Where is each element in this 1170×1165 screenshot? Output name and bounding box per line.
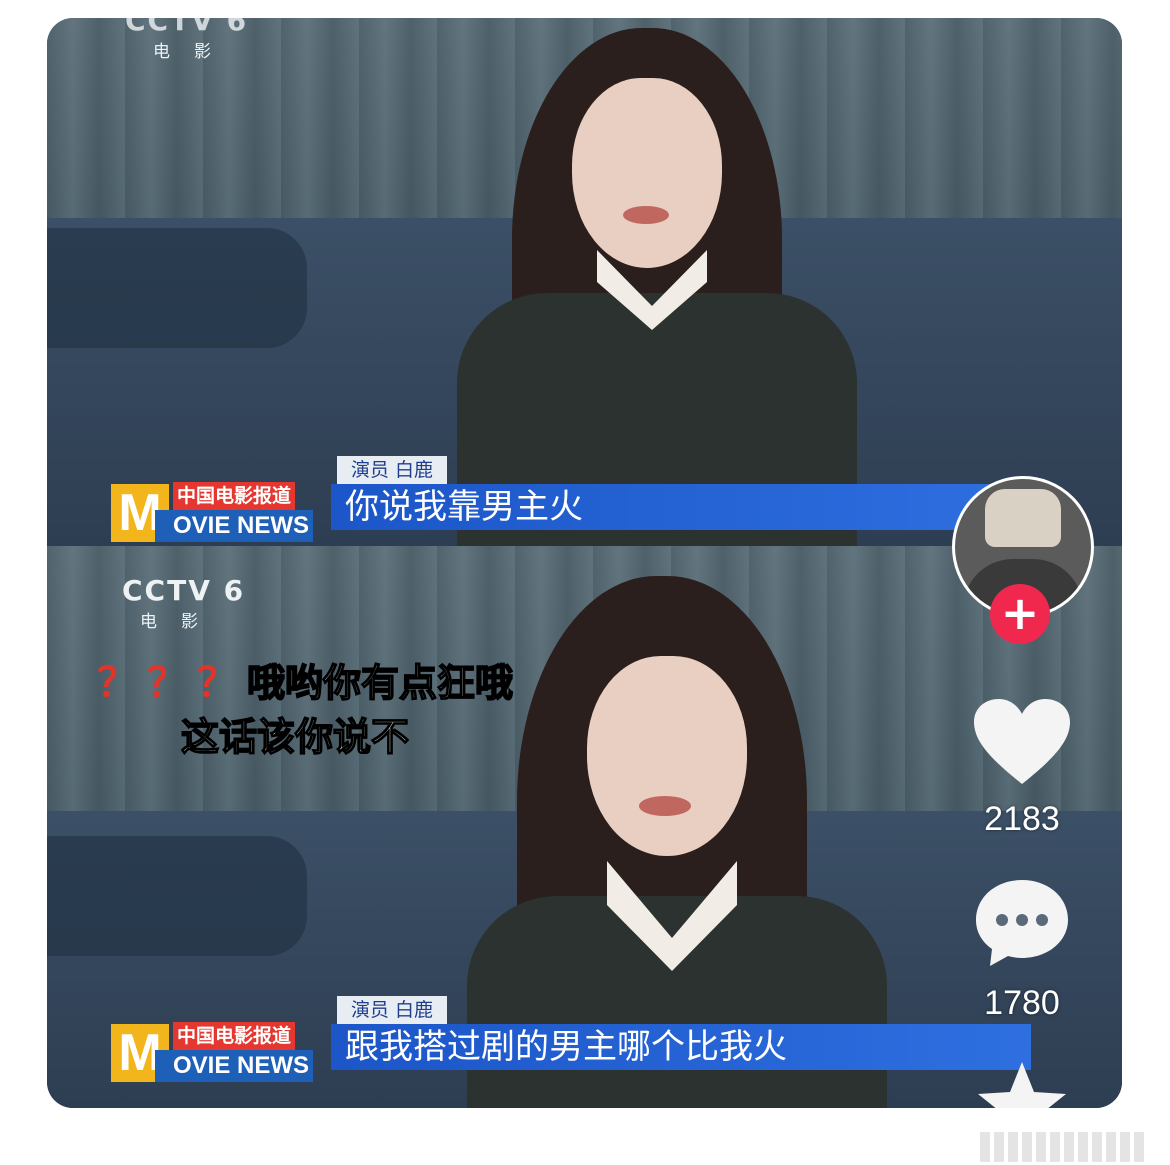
like-count: 2183 [984, 800, 1060, 838]
video-frame-top: CCTV 6 电影 M 中国电影报道 OVIE NEWS 演员 白鹿 你说我靠男… [47, 18, 1122, 546]
speaker-tag: 演员 白鹿 [337, 996, 448, 1024]
speaker-tag: 演员 白鹿 [337, 456, 448, 484]
movie-news-logo-en: OVIE NEWS [155, 510, 314, 542]
overlay-comment: ？？？哦哟你有点狂哦 这话该你说不 [97, 656, 514, 764]
image-watermark-bars [980, 1132, 1144, 1162]
sofa-arm [47, 228, 307, 348]
follow-button[interactable]: + [990, 584, 1050, 644]
star-icon[interactable] [976, 1058, 1068, 1108]
movie-news-logo-cn: 中国电影报道 [173, 1022, 296, 1050]
lower-third-bottom: M 中国电影报道 OVIE NEWS 演员 白鹿 跟我搭过剧的男主哪个比我火 [111, 996, 1031, 1082]
channel-logo: CCTV 6 电影 [122, 574, 246, 632]
comment-bubble-icon[interactable] [972, 876, 1072, 970]
channel-logo-partial: CCTV 6 电影 [125, 18, 249, 62]
heart-icon[interactable] [972, 698, 1072, 788]
comment-line-2: 这话该你说不 [180, 714, 410, 760]
subtitle-caption: 跟我搭过剧的男主哪个比我火 [331, 1024, 1031, 1070]
comment-count: 1780 [984, 984, 1060, 1022]
subtitle-caption: 你说我靠男主火 [331, 484, 1031, 530]
movie-news-logo-cn: 中国电影报道 [173, 482, 296, 510]
interviewee-top [447, 18, 867, 546]
comment-line-1: 哦哟你有点狂哦 [246, 660, 514, 706]
lower-third-top: M 中国电影报道 OVIE NEWS 演员 白鹿 你说我靠男主火 [111, 456, 1031, 542]
question-marks: ？？？ [97, 660, 247, 706]
sofa-arm [47, 836, 307, 956]
avatar-hat [985, 489, 1061, 547]
movie-news-logo-en: OVIE NEWS [155, 1050, 314, 1082]
